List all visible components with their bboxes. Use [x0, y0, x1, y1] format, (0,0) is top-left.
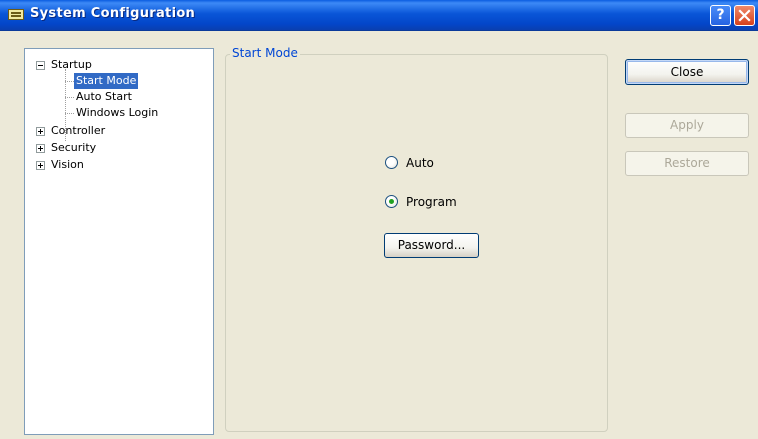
help-icon: ? [716, 7, 725, 23]
radio-auto[interactable]: Auto [385, 154, 465, 172]
radio-selected-dot [389, 199, 394, 204]
window-close-button[interactable] [734, 5, 755, 26]
expand-minus-icon[interactable] [36, 61, 45, 70]
tree-item-auto-start[interactable]: Auto Start [25, 89, 213, 105]
help-button[interactable]: ? [710, 5, 731, 26]
tree-item-start-mode[interactable]: Start Mode [25, 73, 213, 89]
tree-item-windows-login[interactable]: Windows Login [25, 105, 213, 121]
password-button[interactable]: Password... [384, 233, 479, 258]
tree-item-label: Startup [51, 58, 92, 71]
close-icon [738, 9, 751, 22]
apply-button[interactable]: Apply [625, 113, 749, 138]
tree-item-controller[interactable]: Controller [25, 123, 213, 139]
settings-tree[interactable]: Startup Start Mode Auto Start Windows Lo… [24, 48, 214, 435]
close-button[interactable]: Close [625, 59, 749, 85]
tree-item-startup[interactable]: Startup [25, 57, 213, 73]
window-title: System Configuration [30, 6, 196, 21]
radio-program-label: Program [406, 195, 457, 209]
radio-auto-label: Auto [406, 156, 434, 170]
restore-button[interactable]: Restore [625, 151, 749, 176]
radio-program[interactable]: Program [385, 193, 475, 211]
tree-item-label: Auto Start [76, 90, 132, 103]
radio-circle [385, 156, 398, 169]
tree-item-label: Windows Login [76, 106, 159, 119]
app-icon [8, 9, 24, 20]
expand-plus-icon[interactable] [36, 144, 45, 153]
expand-plus-icon[interactable] [36, 127, 45, 136]
title-bar: System Configuration ? [0, 0, 758, 31]
tree-item-vision[interactable]: Vision [25, 157, 213, 173]
tree-item-security[interactable]: Security [25, 140, 213, 156]
groupbox-title: Start Mode [230, 46, 300, 60]
expand-plus-icon[interactable] [36, 161, 45, 170]
tree-item-label: Security [51, 141, 97, 154]
tree-item-label: Start Mode [74, 73, 139, 89]
radio-circle [385, 195, 398, 208]
tree-item-label: Vision [51, 158, 84, 171]
tree-item-label: Controller [51, 124, 106, 137]
